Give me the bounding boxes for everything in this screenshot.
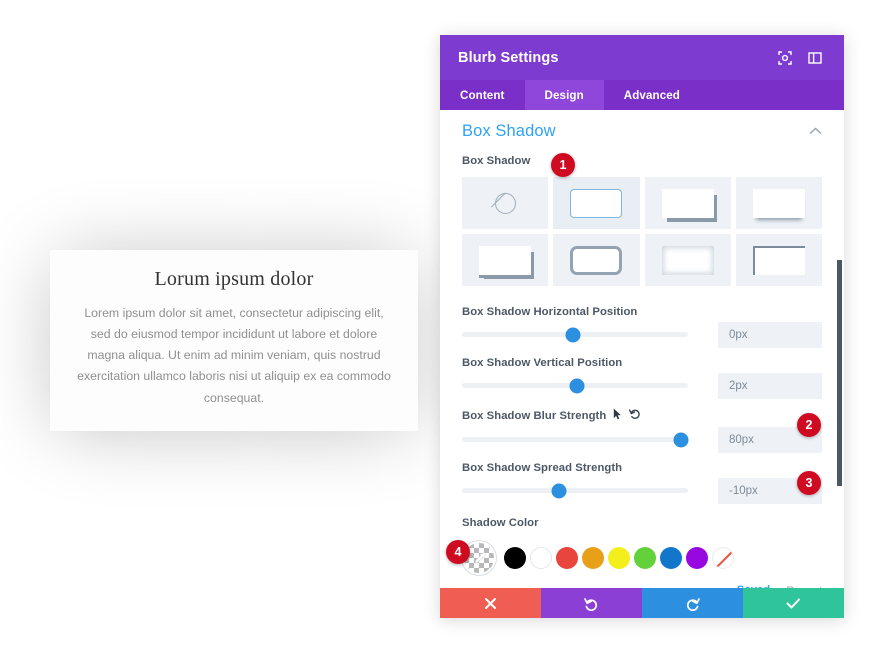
annotation-badge-3: 3: [797, 471, 821, 495]
field-vertical-position: Box Shadow Vertical Position 2px: [462, 357, 822, 399]
reset-icon[interactable]: [629, 408, 641, 423]
swatch-blue[interactable]: [660, 547, 682, 569]
slider-track-vertical-position[interactable]: [462, 378, 688, 393]
value-vertical-position[interactable]: 2px: [718, 372, 822, 399]
tab-content[interactable]: Content: [440, 80, 525, 110]
label-blur-strength-text: Box Shadow Blur Strength: [462, 409, 607, 422]
preset-inset[interactable]: [644, 234, 731, 286]
cursor-pointer-icon: [613, 408, 622, 423]
blurb-body-text: Lorem ipsum dolor sit amet, consectetur …: [77, 306, 391, 405]
annotation-badge-2: 2: [797, 413, 821, 437]
panel-content: Box Shadow Box Shadow Box Shadow Horizon…: [440, 110, 844, 588]
panel-header: Blurb Settings: [440, 35, 844, 80]
layout-columns-icon[interactable]: [804, 47, 826, 69]
box-shadow-field-label: Box Shadow: [462, 155, 531, 167]
panel-footer: [440, 588, 844, 618]
box-shadow-preset-grid: [462, 177, 822, 286]
more-colors-button[interactable]: •••: [480, 584, 737, 588]
field-blur-strength: Box Shadow Blur Strength 80px: [462, 408, 822, 453]
slider-row-blur-strength: 80px: [462, 426, 822, 453]
preset-none[interactable]: [462, 177, 549, 229]
slider-track-horizontal-position[interactable]: [462, 327, 688, 342]
slider-thumb-vertical-position[interactable]: [569, 378, 585, 393]
panel-scroll-body: Box Shadow Box Shadow Box Shadow Horizon…: [440, 110, 844, 588]
save-button[interactable]: [743, 588, 844, 618]
preset-drop-right[interactable]: [644, 177, 731, 229]
color-swatch-row: [462, 541, 822, 575]
tab-design[interactable]: Design: [524, 80, 604, 110]
swatch-purple[interactable]: [686, 547, 708, 569]
slider-thumb-horizontal-position[interactable]: [565, 327, 581, 342]
label-blur-strength: Box Shadow Blur Strength: [462, 408, 822, 423]
preset-thick-outline[interactable]: [553, 234, 640, 286]
swatch-yellow[interactable]: [608, 547, 630, 569]
annotation-badge-1: 1: [551, 153, 575, 177]
blurb-title: Lorum ipsum dolor: [154, 268, 314, 290]
swatch-footer: ••• Saved Recent: [462, 584, 822, 588]
section-header-box-shadow[interactable]: Box Shadow: [462, 110, 822, 155]
preset-left-corner[interactable]: [735, 234, 822, 286]
label-spread-strength: Box Shadow Spread Strength: [462, 462, 623, 474]
swatch-green[interactable]: [634, 547, 656, 569]
label-horizontal-position: Box Shadow Horizontal Position: [462, 306, 638, 318]
swatch-black[interactable]: [504, 547, 526, 569]
swatch-red[interactable]: [556, 547, 578, 569]
swatch-none[interactable]: [712, 547, 734, 569]
tab-saved-colors[interactable]: Saved: [737, 584, 770, 588]
preset-corner[interactable]: [462, 234, 549, 286]
swatch-orange[interactable]: [582, 547, 604, 569]
section-title: Box Shadow: [462, 122, 556, 140]
redo-button[interactable]: [642, 588, 743, 618]
slider-row-spread-strength: -10px: [462, 477, 822, 504]
field-spread-strength: Box Shadow Spread Strength -10px: [462, 462, 822, 504]
blurb-module-preview[interactable]: Lorum ipsum dolor Lorem ipsum dolor sit …: [50, 250, 418, 431]
field-shadow-color: Shadow Color: [462, 517, 822, 588]
chevron-up-icon[interactable]: [809, 126, 822, 138]
slider-thumb-spread-strength[interactable]: [551, 483, 567, 498]
slider-row-horizontal-position: 0px: [462, 321, 822, 348]
preview-area: Lorum ipsum dolor Lorem ipsum dolor sit …: [0, 0, 440, 659]
swatch-white[interactable]: [530, 547, 552, 569]
panel-tabs: Content Design Advanced: [440, 80, 844, 110]
tab-advanced[interactable]: Advanced: [604, 80, 700, 110]
panel-title: Blurb Settings: [458, 49, 559, 66]
slider-thumb-blur-strength[interactable]: [673, 432, 689, 447]
undo-button[interactable]: [541, 588, 642, 618]
label-vertical-position: Box Shadow Vertical Position: [462, 357, 623, 369]
preset-outline[interactable]: [553, 177, 640, 229]
cancel-button[interactable]: [440, 588, 541, 618]
panel-scrollbar-thumb[interactable]: [837, 260, 842, 486]
blurb-settings-panel: Blurb Settings Content Design Advanced B…: [440, 35, 844, 618]
focus-target-icon[interactable]: [774, 47, 796, 69]
tab-recent-colors[interactable]: Recent: [786, 585, 822, 588]
slider-track-spread-strength[interactable]: [462, 483, 688, 498]
slider-row-vertical-position: 2px: [462, 372, 822, 399]
value-horizontal-position[interactable]: 0px: [718, 321, 822, 348]
field-horizontal-position: Box Shadow Horizontal Position 0px: [462, 306, 822, 348]
slider-track-blur-strength[interactable]: [462, 432, 689, 447]
label-shadow-color: Shadow Color: [462, 517, 539, 529]
preset-bottom[interactable]: [735, 177, 822, 229]
annotation-badge-4: 4: [446, 540, 470, 564]
no-shadow-icon: [494, 192, 516, 214]
